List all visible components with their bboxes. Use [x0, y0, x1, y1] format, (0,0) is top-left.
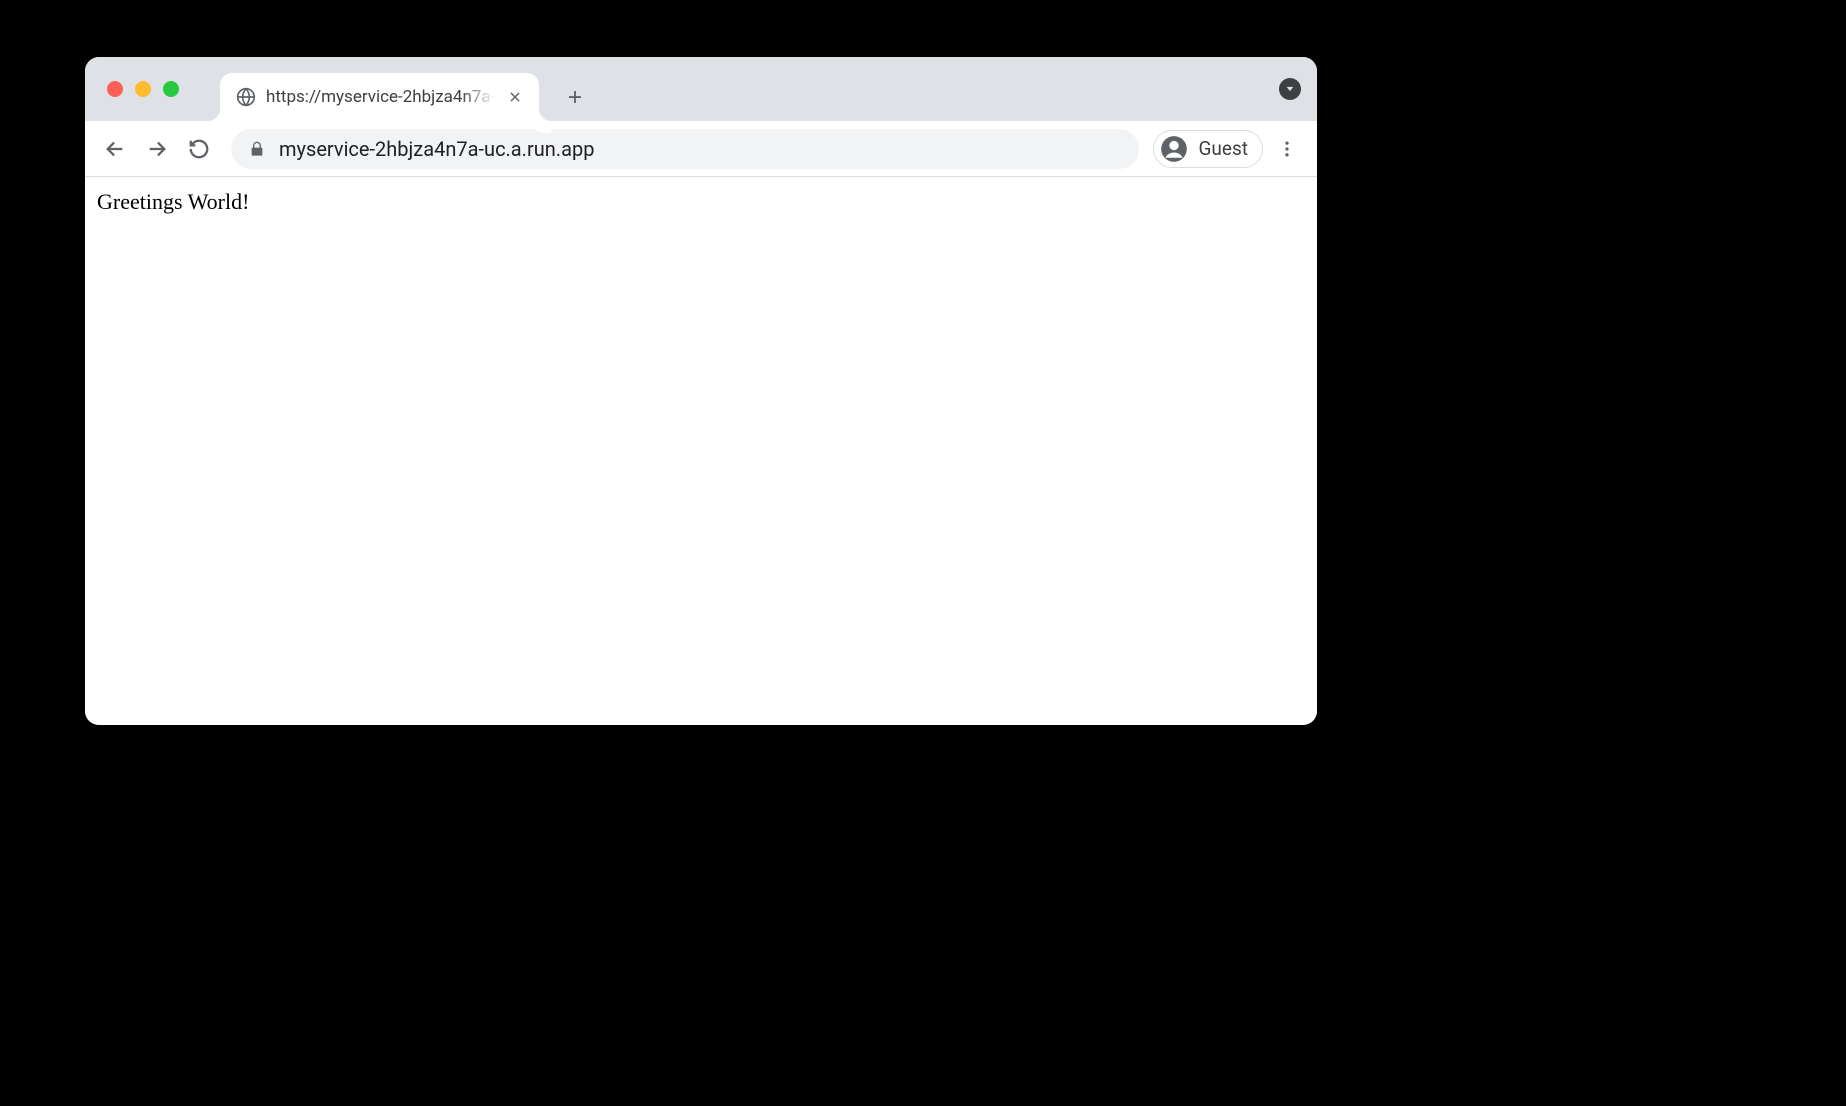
avatar-icon: [1160, 135, 1188, 163]
reload-button[interactable]: [181, 131, 217, 167]
lock-icon: [249, 141, 265, 157]
browser-menu-button[interactable]: [1269, 131, 1305, 167]
tab-title: https://myservice-2hbjza4n7a-: [266, 87, 495, 107]
url-text: myservice-2hbjza4n7a-uc.a.run.app: [279, 137, 594, 161]
profile-label: Guest: [1198, 137, 1248, 160]
globe-icon: [236, 87, 256, 107]
browser-window: https://myservice-2hbjza4n7a-: [85, 57, 1317, 725]
tab-search-button[interactable]: [1279, 78, 1301, 100]
browser-tab[interactable]: https://myservice-2hbjza4n7a-: [220, 73, 539, 121]
new-tab-button[interactable]: [557, 79, 593, 115]
window-close-button[interactable]: [107, 81, 123, 97]
profile-button[interactable]: Guest: [1153, 130, 1263, 168]
page-content: Greetings World!: [85, 177, 1317, 725]
tab-strip: https://myservice-2hbjza4n7a-: [85, 57, 1317, 121]
browser-toolbar: myservice-2hbjza4n7a-uc.a.run.app Guest: [85, 121, 1317, 177]
window-maximize-button[interactable]: [163, 81, 179, 97]
tab-close-button[interactable]: [505, 87, 525, 107]
address-bar[interactable]: myservice-2hbjza4n7a-uc.a.run.app: [231, 129, 1139, 169]
window-minimize-button[interactable]: [135, 81, 151, 97]
forward-button[interactable]: [139, 131, 175, 167]
back-button[interactable]: [97, 131, 133, 167]
window-controls: [107, 81, 179, 97]
page-body-text: Greetings World!: [97, 189, 1305, 215]
